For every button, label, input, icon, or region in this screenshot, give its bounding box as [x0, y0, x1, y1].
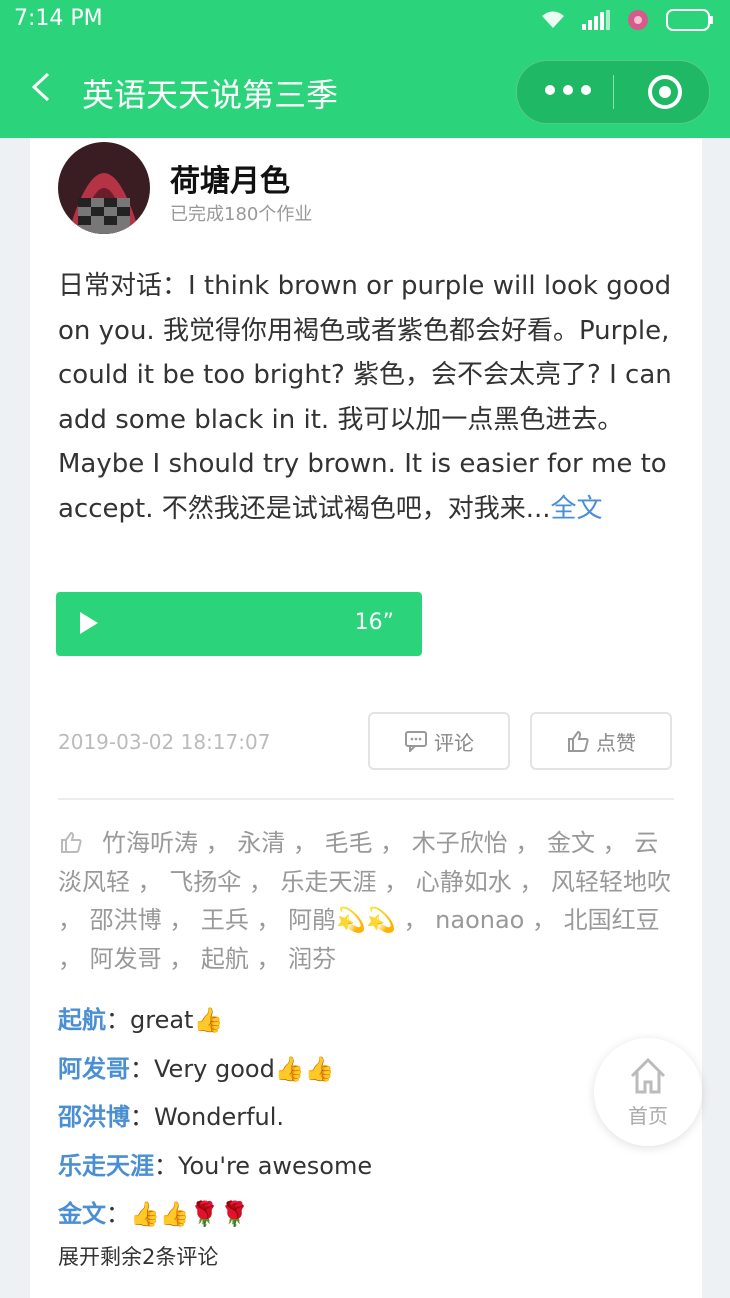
thumbs-up-icon — [61, 831, 82, 853]
status-time: 7:14 PM — [14, 6, 103, 31]
post-timestamp: 2019-03-02 18:17:07 — [58, 730, 271, 754]
post-text: 日常对话：I think brown or purple will look g… — [58, 264, 674, 531]
comment-author[interactable]: 阿发哥 — [58, 1055, 130, 1083]
divider — [58, 798, 674, 800]
wifi-icon — [542, 11, 564, 28]
comment-item[interactable]: 起航：great👍 — [58, 996, 674, 1045]
back-icon[interactable] — [26, 72, 56, 102]
comment-text: ：You're awesome — [154, 1151, 373, 1180]
read-more-link[interactable]: 全文 — [551, 494, 603, 524]
battery-icon — [666, 9, 713, 31]
capsule-menu — [516, 60, 710, 124]
comment-button[interactable]: 评论 — [368, 712, 510, 770]
comment-text: ：Very good👍👍 — [130, 1054, 335, 1083]
header: 7:14 PM 英语天天说第三季 — [0, 0, 730, 138]
author-subtitle: 已完成180个作业 — [170, 204, 313, 225]
comment-item[interactable]: 乐走天涯：You're awesome — [58, 1142, 674, 1191]
home-label: 首页 — [628, 1104, 668, 1128]
audio-player[interactable]: 16” — [56, 592, 422, 656]
comment-author[interactable]: 邵洪博 — [58, 1103, 130, 1131]
more-icon[interactable] — [545, 85, 591, 95]
comment-icon — [405, 731, 427, 752]
comment-list: 起航：great👍 阿发哥：Very good👍👍 邵洪博：Wonderful.… — [58, 996, 674, 1275]
comment-button-label: 评论 — [434, 730, 474, 755]
comment-text: ：great👍 — [106, 1006, 224, 1034]
nav-bar: 英语天天说第三季 — [0, 60, 730, 124]
flower-icon — [628, 10, 648, 30]
comment-author[interactable]: 起航 — [58, 1006, 106, 1034]
page-title: 英语天天说第三季 — [82, 76, 339, 114]
likers-names: 竹海听涛 ， 永清 ， 毛毛 ， 木子欣怡 ， 金文 ， 云淡风轻 ， 飞扬伞 … — [58, 829, 672, 973]
status-icons — [540, 8, 714, 32]
audio-duration: 16” — [354, 610, 394, 635]
post-text-content: 日常对话：I think brown or purple will look g… — [58, 271, 672, 524]
signal-icon — [582, 10, 610, 30]
expand-comments-link[interactable]: 展开剩余2条评论 — [58, 1239, 674, 1275]
close-target-icon[interactable] — [647, 74, 683, 110]
comment-author[interactable]: 金文 — [58, 1200, 106, 1228]
likers-list: 竹海听涛 ， 永清 ， 毛毛 ， 木子欣怡 ， 金文 ， 云淡风轻 ， 飞扬伞 … — [58, 824, 674, 978]
comment-text: ：👍👍🌹🌹 — [106, 1200, 250, 1228]
comment-item[interactable]: 阿发哥：Very good👍👍 — [58, 1045, 674, 1094]
play-icon[interactable] — [80, 612, 98, 634]
like-button-label: 点赞 — [596, 730, 636, 755]
home-button[interactable]: 首页 — [594, 1038, 702, 1146]
home-icon — [630, 1057, 666, 1094]
author-name[interactable]: 荷塘月色 — [170, 156, 290, 200]
avatar[interactable] — [58, 142, 150, 234]
comment-author[interactable]: 乐走天涯 — [58, 1152, 154, 1180]
comment-item[interactable]: 金文：👍👍🌹🌹 — [58, 1190, 674, 1239]
comment-text: ：Wonderful. — [130, 1103, 285, 1131]
like-button[interactable]: 点赞 — [530, 712, 672, 770]
capsule-divider — [613, 75, 614, 109]
thumbs-up-icon — [568, 730, 589, 752]
comment-item[interactable]: 邵洪博：Wonderful. — [58, 1093, 674, 1142]
